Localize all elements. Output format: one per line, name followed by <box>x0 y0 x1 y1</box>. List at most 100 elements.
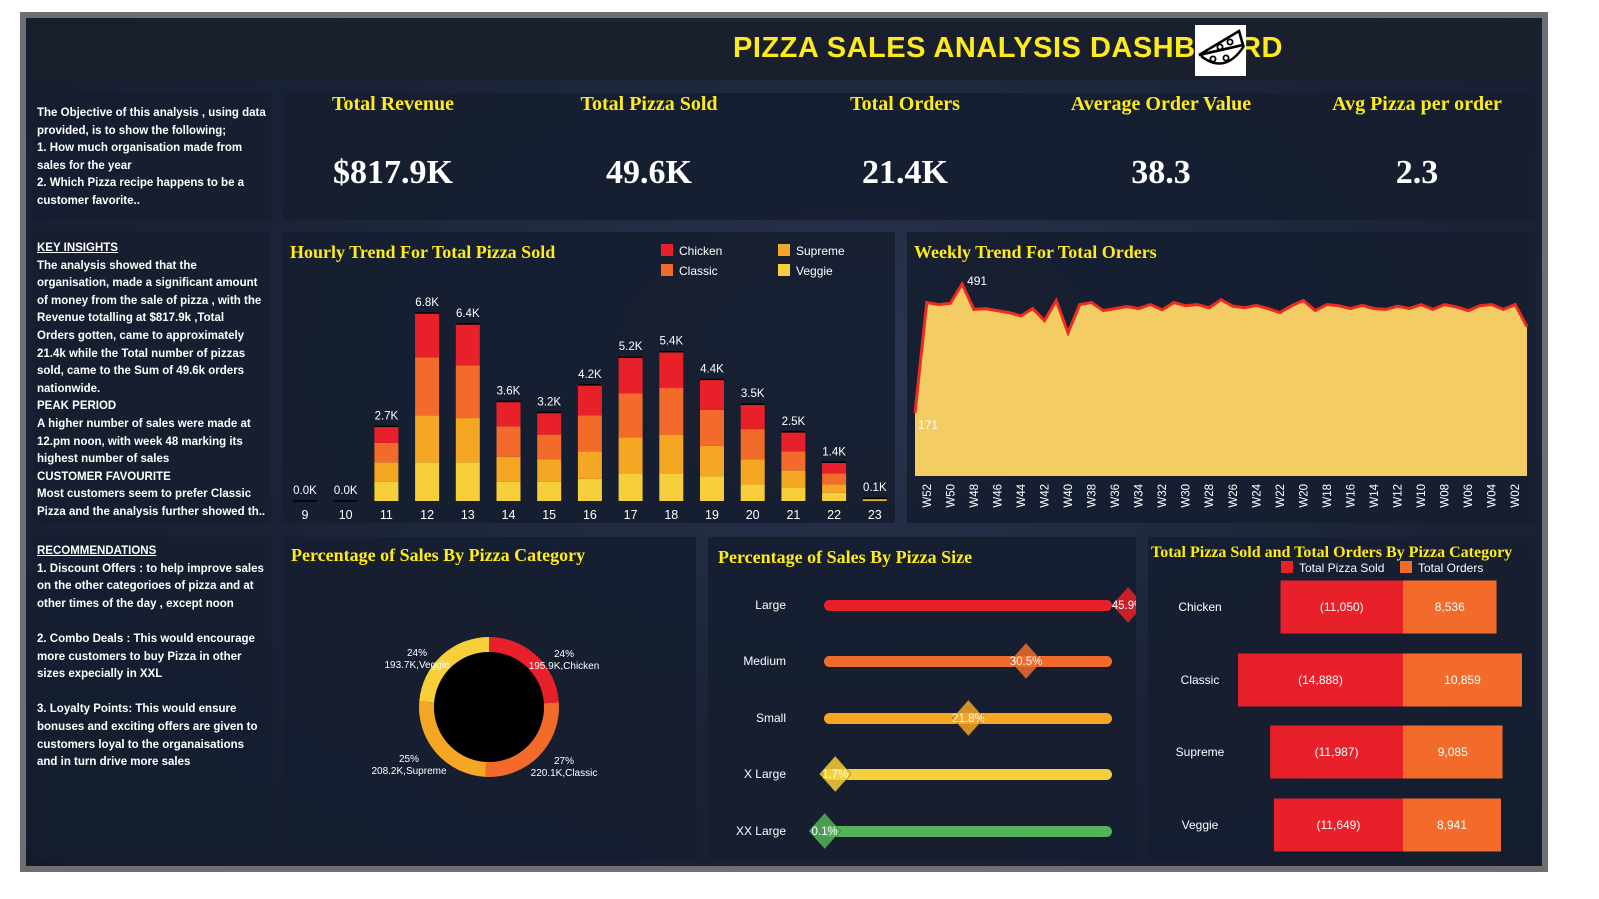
x-tick-label: 14 <box>502 508 516 522</box>
bar-segment-chicken <box>496 401 521 427</box>
kpi-avg-pizza-per-order: Avg Pizza per order 2.3 <box>1287 93 1547 192</box>
kpi-value: 2.3 <box>1395 154 1439 191</box>
kpi-value: 21.4K <box>862 154 948 191</box>
bar-total-label: 5.2K <box>619 341 643 353</box>
size-category-label: Large <box>755 598 786 612</box>
recommendations-line <box>37 684 267 702</box>
kpi-total-revenue: Total Revenue $817.9K <box>263 93 523 192</box>
insights-line: organisation, made a significant amount <box>37 277 258 290</box>
recommendations-line: 1. Discount Offers : to help improve sal… <box>37 562 264 575</box>
bar-segment-classic <box>700 409 724 446</box>
bar-segment-supreme <box>496 456 521 482</box>
bar-segment-chicken <box>618 357 643 394</box>
x-tick-label: W18 <box>1322 484 1334 508</box>
category-bar-panel: Total Pizza Sold and Total Orders By Piz… <box>1148 537 1535 859</box>
objective-line: 1. How much organisation made from <box>37 142 243 155</box>
x-tick-label: W28 <box>1204 484 1216 508</box>
x-tick-label: W48 <box>969 484 981 508</box>
bar-segment-veggie <box>700 476 724 501</box>
objective-text: The Objective of this analysis , using d… <box>37 105 267 211</box>
kpi-total-orders: Total Orders 21.4K <box>775 93 1035 192</box>
bar-segment-chicken <box>374 426 399 443</box>
insights-line: nationwide. <box>37 382 101 395</box>
x-tick-label: W38 <box>1087 484 1099 508</box>
bar-total-label: 3.5K <box>741 388 765 400</box>
bar-total-label: 3.6K <box>497 385 521 397</box>
bar-segment-chicken <box>740 404 765 430</box>
size-chart: Large 45.9% Medium 30.5% Small 21.8% X Large 1.… <box>736 586 1136 850</box>
bar-total-label: 6.4K <box>456 308 480 320</box>
x-tick-label: W08 <box>1440 484 1452 508</box>
x-tick-label: W12 <box>1393 484 1405 508</box>
size-value-label: 1.7% <box>822 769 848 781</box>
x-tick-label: 16 <box>583 508 597 522</box>
kpi-value: 49.6K <box>606 154 692 191</box>
bar-segment-supreme <box>374 462 399 482</box>
bar-segment-veggie <box>822 492 847 501</box>
peak-line: highest number of sales <box>37 453 170 466</box>
legend-label-chicken: Chicken <box>679 244 722 258</box>
objective-line: sales for the year <box>37 159 132 172</box>
x-tick-label: 21 <box>786 508 800 522</box>
category-label: Veggie <box>1182 818 1219 832</box>
x-tick-label: 10 <box>339 508 353 522</box>
x-tick-label: W20 <box>1298 484 1310 508</box>
x-tick-label: 13 <box>461 508 475 522</box>
x-tick-label: 20 <box>746 508 760 522</box>
objective-line: The Objective of this analysis , using d… <box>37 107 266 119</box>
bar-segment-classic <box>740 429 765 460</box>
bar-segment-veggie <box>455 462 480 501</box>
kpi-average-order-value: Average Order Value 38.3 <box>1031 93 1291 192</box>
insights-heading: KEY INSIGHTS <box>37 242 118 254</box>
recommendations-line: more customers to buy Pizza in other <box>37 650 242 663</box>
recommendations-heading: RECOMMENDATIONS <box>37 545 157 557</box>
kpi-title: Avg Pizza per order <box>1332 93 1502 115</box>
bar-total-label: 0.1K <box>863 482 887 494</box>
x-tick-label: W10 <box>1416 484 1428 508</box>
recommendations-line: other times of the day , except noon <box>37 597 234 610</box>
bar-segment-chicken <box>822 462 847 474</box>
bar-segment-veggie <box>781 487 806 501</box>
bar-segment-supreme <box>700 445 724 477</box>
kpi-title: Average Order Value <box>1070 93 1252 115</box>
header-bar: PIZZA SALES ANALYSIS DASHBOARD <box>33 22 1535 80</box>
bar-segment-chicken <box>537 412 562 435</box>
size-bar-medium <box>824 656 1112 667</box>
donut-pct-label: 27% <box>554 756 574 767</box>
bar-segment-chicken <box>700 379 724 410</box>
x-tick-label: W50 <box>945 484 957 508</box>
bar-total-label: 6.8K <box>415 297 439 309</box>
donut-value-label: 220.1K,Classic <box>531 768 598 779</box>
x-tick-label: 19 <box>705 508 719 522</box>
size-category-label: X Large <box>744 767 786 781</box>
favourite-heading: CUSTOMER FAVOURITE <box>37 470 171 483</box>
bar-segment-veggie <box>415 462 440 501</box>
bar-pizza-sold-label: (11,649) <box>1317 818 1361 832</box>
favourite-text: Most customers seem to prefer Classic Piz… <box>37 486 267 521</box>
category-bar-chart: Total Pizza Sold Total Orders Chicken (11,0… <box>1176 561 1522 852</box>
recommendations-line: and in turn drive more sales <box>37 756 191 769</box>
legend-swatch-supreme <box>778 244 790 256</box>
recommendations-line: 3. Loyalty Points: This would ensure <box>37 703 237 716</box>
x-tick-label: W06 <box>1463 484 1475 508</box>
donut-pct-label: 24% <box>554 649 574 660</box>
donut-value-label: 208.2K,Supreme <box>371 766 446 777</box>
bar-segment-supreme <box>659 434 684 474</box>
insights-text: The analysis showed that the organisation… <box>37 258 267 399</box>
x-tick-label: W34 <box>1134 483 1146 507</box>
peak-heading: PEAK PERIOD <box>37 400 117 413</box>
bar-segment-supreme <box>537 459 562 482</box>
donut-value-label: 195.9K,Chicken <box>529 661 600 672</box>
recommendations-line: on the other categorioes of pizza and at <box>37 580 254 593</box>
bar-total-label: 2.5K <box>782 416 806 428</box>
bar-pizza-sold-label: (11,987) <box>1315 745 1359 759</box>
bar-segment-supreme <box>781 470 806 488</box>
size-value-label: 45.9% <box>1112 600 1136 612</box>
kpi-value: 38.3 <box>1131 154 1191 191</box>
x-tick-label: 9 <box>302 508 309 522</box>
x-tick-label: W24 <box>1251 483 1263 507</box>
peak-line: A higher number of sales were made at <box>37 417 251 430</box>
bar-total-label: 0.0K <box>293 485 317 497</box>
bar-total-label: 0.0K <box>334 485 358 497</box>
bar-segment-supreme <box>862 499 887 501</box>
